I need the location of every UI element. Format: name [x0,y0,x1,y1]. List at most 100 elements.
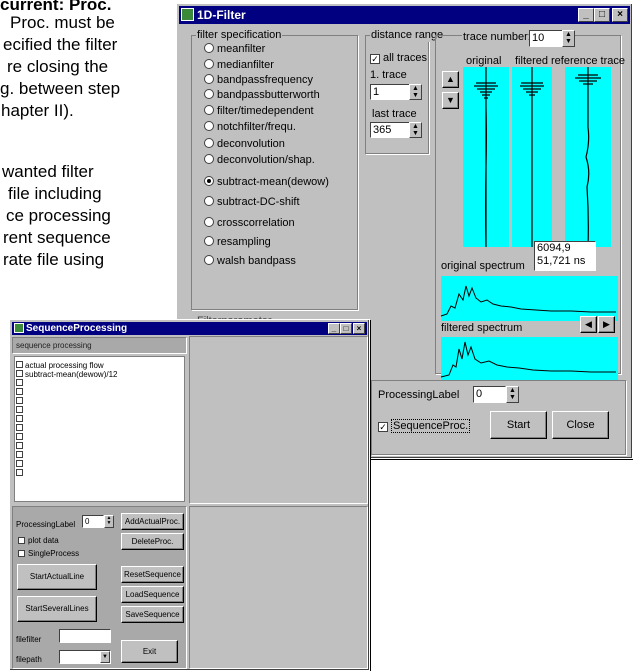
save-sequence-button[interactable]: SaveSequence [121,606,184,623]
sequence-window-titlebar[interactable]: SequenceProcessing _ □ × [12,322,367,335]
exit-button[interactable]: Exit [121,640,178,663]
load-sequence-button[interactable]: LoadSequence [121,586,184,603]
first-trace-field[interactable]: 1 [370,84,410,100]
sequence-list[interactable]: actual processing flow subtract-mean(dewo… [14,356,185,502]
last-trace-field[interactable]: 365 [370,122,410,138]
plot-data-checkbox[interactable]: plot data [18,534,59,547]
filtered-trace-waveform [520,67,544,247]
checkbox-box [16,388,23,395]
filtered-spectrum-label: filtered spectrum [441,322,523,334]
sequence-proc-checkbox[interactable]: ✓ SequenceProc. [378,419,471,433]
minimize-button[interactable]: _ [578,8,594,22]
list-item[interactable] [15,406,184,415]
filter-option[interactable]: medianfilter [204,58,274,72]
all-traces-checkbox[interactable]: ✓ all traces [370,52,427,65]
filter-window-titlebar[interactable]: 1D-Filter _ □ × [179,6,630,24]
list-item[interactable] [15,379,184,388]
chevron-down-icon[interactable]: ▼ [100,651,110,663]
original-spectrum-label: original spectrum [441,260,525,272]
trace-down-button[interactable]: ▼ [442,92,459,109]
readout-time: 51,721 ns [537,255,586,267]
filter-option[interactable]: subtract-DC-shift [204,195,300,209]
checkbox-box [16,433,23,440]
processing-label-field[interactable]: 0 [473,386,506,403]
sequence-window: SequenceProcessing _ □ × sequence proces… [9,319,370,671]
filtered-spectrum-curve [440,341,616,378]
filter-option[interactable]: deconvolution/shap. [204,153,315,167]
filter-option[interactable]: resampling [204,235,271,249]
checkbox-box [16,451,23,458]
filter-option[interactable]: meanfilter [204,42,265,56]
filter-option[interactable]: walsh bandpass [204,254,296,268]
close-button[interactable]: Close [552,411,609,439]
filter-option-label: resampling [217,236,271,248]
radio-icon [204,255,214,265]
list-item[interactable] [15,469,184,478]
radio-icon [204,121,214,131]
list-item[interactable] [15,451,184,460]
radio-icon [204,236,214,246]
start-several-lines-button[interactable]: StartSeveralLines [17,596,97,622]
filter-option[interactable]: deconvolution [204,137,285,151]
arrow-right-icon: ▶ [603,319,610,329]
maximize-button[interactable]: □ [340,323,352,334]
list-item[interactable]: subtract-mean(dewow)/12 [15,370,184,379]
filter-option[interactable]: bandpassbutterworth [204,88,320,102]
doc-line: ecified the filter [3,35,118,54]
filter-option[interactable]: bandpassfrequency [204,73,313,87]
trace-number-label: trace number: [462,31,532,44]
original-spectrum-plot [440,276,618,321]
filter-option[interactable]: notchfilter/frequ. [204,120,296,134]
maximize-button[interactable]: □ [594,8,610,22]
last-trace-spinner[interactable]: ▲ ▼ [409,122,422,138]
trace-number-spinner[interactable]: ▲ ▼ [562,30,575,47]
filter-option[interactable]: filter/timedependent [204,104,314,118]
filter-option[interactable]: subtract-mean(dewow) [204,175,329,189]
sequence-display-pane-top [189,336,368,504]
sequence-group-title: sequence processing [16,341,92,350]
app-icon [14,323,24,333]
spectrum-left-button[interactable]: ◀ [580,316,597,333]
original-trace-waveform [474,67,498,248]
start-actual-line-button[interactable]: StartActualLine [17,564,97,590]
list-item[interactable] [15,415,184,424]
original-trace-plot [463,67,509,248]
processing-label-spinner[interactable]: ▲ ▼ [506,386,519,403]
close-window-button[interactable]: × [353,323,365,334]
trace-up-button[interactable]: ▲ [442,71,459,88]
distance-range-title: distance range [370,29,445,42]
reset-sequence-button[interactable]: ResetSequence [121,566,184,583]
filter-option-label: deconvolution [217,138,285,150]
filter-option[interactable]: crosscorrelation [204,216,295,230]
list-item[interactable]: actual processing flow [15,361,184,370]
last-trace-label: last trace [372,108,417,120]
list-item[interactable] [15,460,184,469]
doc-line: wanted filter [2,162,94,181]
seq-processing-label: ProcessingLabel [16,520,76,529]
filter-option-label: meanfilter [217,43,266,55]
list-item[interactable] [15,424,184,433]
reference-trace-plot [565,67,611,248]
filter-option-label: crosscorrelation [217,217,295,229]
close-window-button[interactable]: × [612,8,628,22]
trace-number-field[interactable]: 10 [529,30,563,47]
seq-processing-field[interactable]: 0 [82,515,104,528]
checkbox-box [16,406,23,413]
add-actual-proc-button[interactable]: AddActualProc. [121,513,184,530]
list-item[interactable] [15,442,184,451]
list-item[interactable] [15,397,184,406]
list-item[interactable] [15,388,184,397]
single-process-checkbox[interactable]: SingleProcess [18,547,79,560]
minimize-button[interactable]: _ [328,323,340,334]
seq-processing-spinner[interactable]: ▲ ▼ [104,515,114,528]
checkbox-box [16,415,23,422]
start-button[interactable]: Start [490,411,547,439]
list-item[interactable] [15,433,184,442]
first-trace-spinner[interactable]: ▲ ▼ [409,84,422,100]
arrow-up-icon: ▲ [446,74,455,84]
doc-line: g. between step [0,79,121,98]
spectrum-right-button[interactable]: ▶ [598,316,615,333]
delete-proc-button[interactable]: DeleteProc. [121,533,184,550]
filefilter-field[interactable] [59,629,111,643]
arrow-left-icon: ◀ [585,319,592,329]
